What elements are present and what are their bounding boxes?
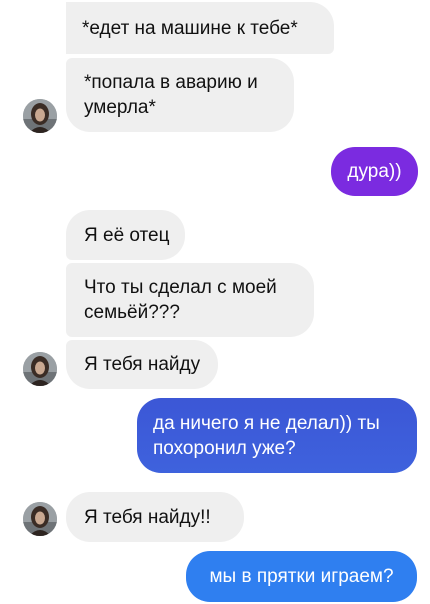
message-text: *едет на машине к тебе* <box>82 17 298 39</box>
message-incoming[interactable]: Я тебя найду!! <box>66 492 244 542</box>
message-incoming[interactable]: Я тебя найду <box>66 340 218 389</box>
contact-avatar[interactable] <box>23 502 57 536</box>
profile-photo-icon <box>23 352 57 386</box>
profile-photo-icon <box>23 502 57 536</box>
message-text: Я её отец <box>84 224 170 246</box>
message-text: Я тебя найду <box>84 354 201 375</box>
message-incoming[interactable]: *попала в аварию и умерла* <box>66 58 294 132</box>
contact-avatar[interactable] <box>23 352 57 386</box>
message-text: *попала в аварию и умерла* <box>84 72 258 118</box>
message-text: да ничего я не делал)) ты похоронил уже? <box>153 412 380 459</box>
message-text: мы в прятки играем? <box>209 566 394 587</box>
message-text: Я тебя найду!! <box>84 506 211 528</box>
message-incoming[interactable]: Что ты сделал с моей семьёй??? <box>66 263 314 337</box>
chat-thread: *едет на машине к тебе* *попала в аварию… <box>0 0 430 604</box>
message-incoming[interactable]: Я её отец <box>66 210 185 260</box>
message-text: дура)) <box>347 161 402 182</box>
message-outgoing[interactable]: да ничего я не делал)) ты похоронил уже? <box>137 398 417 473</box>
message-text: Что ты сделал с моей семьёй??? <box>84 277 277 323</box>
contact-avatar[interactable] <box>23 99 57 133</box>
message-outgoing[interactable]: дура)) <box>331 147 418 196</box>
message-outgoing[interactable]: мы в прятки играем? <box>186 551 417 602</box>
profile-photo-icon <box>23 99 57 133</box>
message-incoming[interactable]: *едет на машине к тебе* <box>66 2 334 54</box>
